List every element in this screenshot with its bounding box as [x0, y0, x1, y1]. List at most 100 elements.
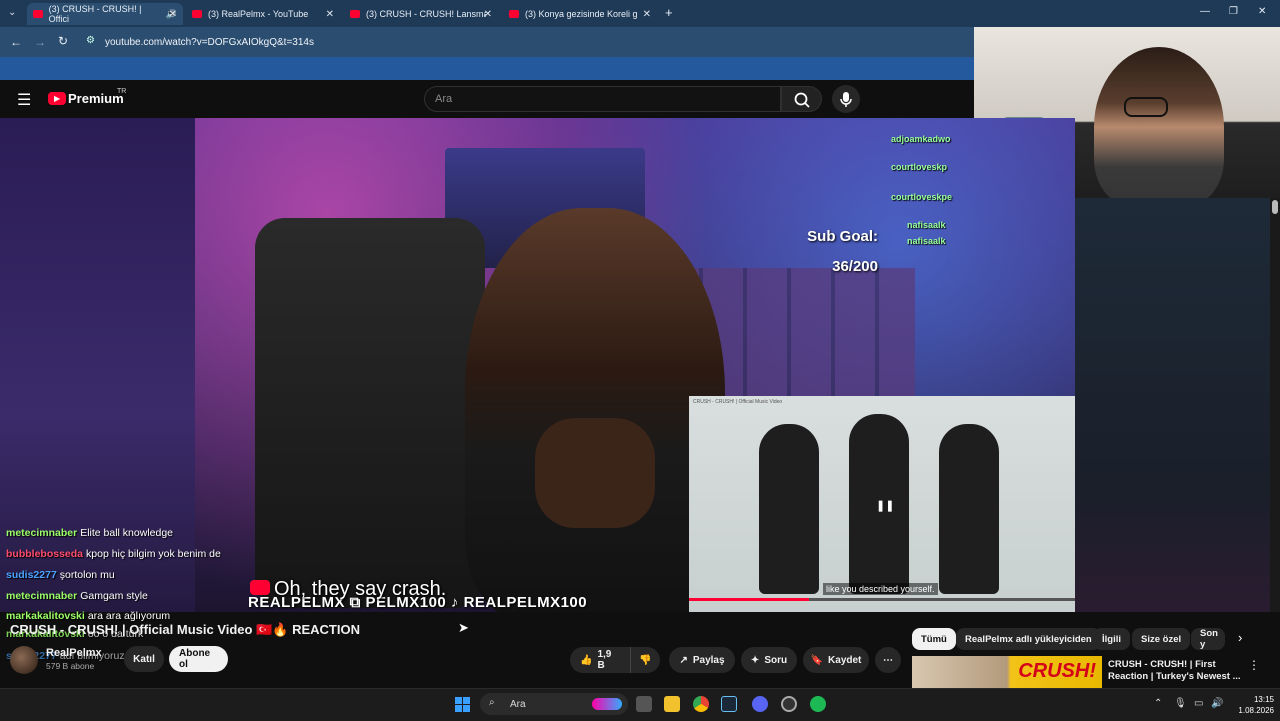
youtube-logo-text[interactable]: Premium — [68, 91, 124, 106]
channel-avatar[interactable] — [10, 646, 38, 674]
video-caption: Oh, they say crash. — [274, 578, 447, 600]
chip-recent[interactable]: Son y — [1191, 628, 1225, 650]
stream-right-panel — [1075, 198, 1270, 612]
youtube-logo-icon[interactable]: ▶ — [48, 92, 66, 105]
sub-goal-label: Sub Goal: — [807, 228, 878, 245]
restore-icon[interactable]: ❐ — [1229, 6, 1238, 17]
system-clock[interactable]: 13:15 1.08.2026 — [1228, 694, 1274, 716]
chat-line: bubblebosseda kpop hiç bilgim yok benim d… — [6, 548, 221, 560]
url-field[interactable]: ⚙ youtube.com/watch?v=DOFGxAIOkgQ&t=314s — [80, 32, 970, 52]
forward-icon[interactable]: → — [34, 35, 46, 49]
page-scrollbar[interactable] — [1270, 198, 1280, 612]
steam-icon[interactable] — [721, 696, 737, 712]
chevron-right-icon[interactable]: › — [1238, 630, 1242, 645]
subscribe-button[interactable]: Abone ol — [169, 646, 228, 672]
like-button[interactable]: 👍 1,9 B — [570, 647, 630, 673]
streamer-hands — [535, 418, 655, 528]
browser-tab-bar: ⌄ (3) CRUSH - CRUSH! | Offici 🔊 ✕ (3) Re… — [0, 0, 1280, 27]
pause-icon[interactable]: ❚❚ — [876, 499, 894, 512]
tab-crush-official[interactable]: (3) CRUSH - CRUSH! | Offici 🔊 ✕ — [27, 3, 183, 25]
chat-username: sudis2277 — [6, 569, 57, 581]
video-title: CRUSH - CRUSH! | Official Music Video 🇹🇷… — [10, 622, 360, 637]
stream-chat-line: nafisaalk — [907, 236, 946, 246]
dislike-button[interactable]: 👎 — [630, 647, 660, 673]
scrollbar-thumb[interactable] — [1272, 200, 1278, 214]
video-player[interactable]: adjoamkadwo courtloveskp courtloveskpe n… — [195, 118, 1075, 612]
chip-from-uploader[interactable]: RealPelmx adlı yükleyiciden — [956, 628, 1101, 650]
more-actions-button[interactable]: ⋯ — [875, 647, 901, 673]
tab-label: (3) Konya gezisinde Koreli göre — [525, 9, 637, 19]
chat-line: metecimnaber Gamgam style — [6, 590, 148, 602]
chip-related[interactable]: İlgili — [1093, 628, 1130, 650]
youtube-favicon-icon — [192, 10, 202, 18]
share-icon: ↗ — [679, 654, 688, 666]
youtube-favicon-icon — [509, 10, 519, 18]
close-window-icon[interactable]: ✕ — [1258, 6, 1266, 17]
logo-region: TR — [117, 88, 127, 95]
chat-text: Gamgam style — [80, 590, 148, 602]
minimize-icon[interactable]: — — [1200, 6, 1210, 17]
taskbar-search[interactable]: ⌕ Ara — [480, 693, 628, 715]
recommended-video-thumbnail[interactable]: CRUSH! — [912, 656, 1102, 688]
save-button[interactable]: 🔖 Kaydet — [803, 647, 869, 673]
taskbar-search-label: Ara — [510, 698, 526, 710]
chrome-icon[interactable] — [693, 696, 709, 712]
channel-name[interactable]: RealPelmx — [46, 647, 102, 659]
chat-text: ara ara ağlıyorum — [87, 610, 171, 622]
microphone-icon — [840, 92, 852, 107]
microphone-tray-icon[interactable]: 🎙 — [1174, 698, 1187, 709]
chat-text: Elite ball knowledge — [80, 527, 174, 539]
chip-all[interactable]: Tümü — [912, 628, 956, 650]
close-tab-icon[interactable]: ✕ — [169, 9, 177, 20]
site-info-icon[interactable]: ⚙ — [86, 35, 95, 46]
sparkle-icon: ✦ — [750, 654, 760, 666]
reload-icon[interactable]: ↻ — [58, 34, 68, 48]
new-tab-button[interactable]: + — [665, 5, 673, 20]
chat-username: metecimnaber — [6, 527, 78, 539]
close-tab-icon[interactable]: ✕ — [484, 9, 492, 20]
ask-button[interactable]: ✦ Soru — [741, 647, 797, 673]
join-button[interactable]: Katıl — [124, 646, 164, 672]
search-button[interactable] — [781, 86, 822, 112]
recommended-video-title[interactable]: CRUSH - CRUSH! | First Reaction | Turkey… — [1108, 659, 1248, 683]
overlay-caption: like you described yourself. — [823, 583, 938, 595]
bookmarks-bar — [0, 57, 974, 80]
tab-konya[interactable]: (3) Konya gezisinde Koreli göre ✕ — [503, 3, 657, 25]
share-button[interactable]: ↗ Paylaş — [669, 647, 735, 673]
sub-goal-value: 36/200 — [832, 258, 878, 275]
volume-icon[interactable]: 🔊 — [1211, 698, 1223, 709]
task-view-icon[interactable] — [636, 696, 652, 712]
menu-icon[interactable]: ☰ — [17, 90, 31, 110]
back-icon[interactable]: ← — [10, 35, 22, 49]
tab-list-icon[interactable]: ⌄ — [8, 7, 16, 18]
tab-crush-lansman[interactable]: (3) CRUSH - CRUSH! Lansman Ö ✕ — [344, 3, 498, 25]
glasses — [1124, 97, 1168, 117]
stream-chat-line: nafisaalk — [907, 220, 946, 230]
spotify-icon[interactable] — [810, 696, 826, 712]
file-explorer-icon[interactable] — [664, 696, 680, 712]
youtube-caption-icon — [250, 580, 270, 595]
tab-realpelmx[interactable]: (3) RealPelmx - YouTube ✕ — [186, 3, 340, 25]
tab-label: (3) RealPelmx - YouTube — [208, 9, 309, 19]
discord-icon[interactable] — [752, 696, 768, 712]
stream-chat-line: courtloveskpe — [891, 192, 953, 202]
search-input[interactable]: Ara — [424, 86, 781, 112]
streamer-person — [465, 208, 725, 612]
voice-search-button[interactable] — [832, 85, 860, 113]
gaming-chair — [255, 218, 485, 608]
close-tab-icon[interactable]: ✕ — [643, 9, 651, 20]
close-tab-icon[interactable]: ✕ — [326, 9, 334, 20]
chevron-up-icon[interactable]: ⌃ — [1154, 698, 1162, 709]
bookmark-icon: 🔖 — [810, 654, 824, 666]
display-icon[interactable]: ▭ — [1194, 698, 1203, 709]
app-icon[interactable] — [781, 696, 797, 712]
chip-for-you[interactable]: Size özel — [1132, 628, 1191, 650]
share-label: Paylaş — [692, 654, 725, 666]
windows-start-icon[interactable] — [455, 697, 470, 712]
overlay-progress-fill — [689, 598, 809, 601]
ask-label: Soru — [764, 654, 788, 666]
chat-line: markakalitovski ara ara ağlıyorum — [6, 610, 170, 622]
more-icon: ⋯ — [883, 654, 893, 666]
thumbnail-text: CRUSH! — [1018, 660, 1096, 682]
kebab-menu-icon[interactable]: ⋮ — [1248, 658, 1260, 672]
